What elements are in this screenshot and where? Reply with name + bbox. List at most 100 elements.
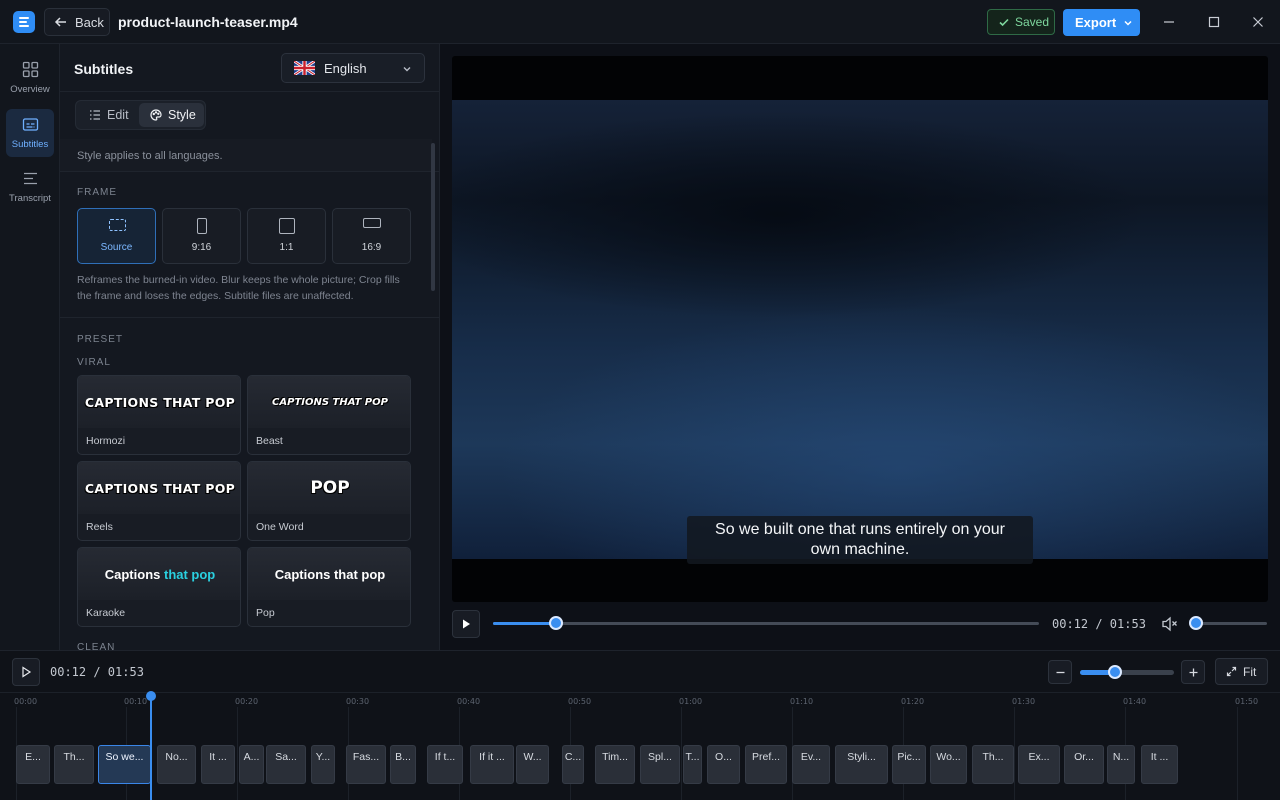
subtitle-clip[interactable]: Spl... xyxy=(640,745,680,784)
lines-icon xyxy=(23,172,37,185)
playhead[interactable] xyxy=(150,694,152,800)
rail-label-transcript: Transcript xyxy=(9,193,51,204)
frame-option-1-1[interactable]: 1:1 xyxy=(247,208,326,264)
palette-icon xyxy=(150,109,162,121)
subtitle-clip[interactable]: Th... xyxy=(54,745,94,784)
preset-preview: CAPTIONS THAT POP xyxy=(248,376,410,428)
frame-option-16-9[interactable]: 16:9 xyxy=(332,208,411,264)
frame-option-source[interactable]: Source xyxy=(77,208,156,264)
rail-item-overview[interactable]: Overview xyxy=(6,54,54,102)
subtitle-clip[interactable]: Wo... xyxy=(930,745,967,784)
minimize-button[interactable] xyxy=(1159,12,1179,32)
mode-tabs: Edit Style xyxy=(75,100,206,130)
timeline-ruler[interactable]: 00:00 00:10 00:20 00:30 00:40 00:50 01:00 01:10… xyxy=(0,693,1280,800)
preset-beast[interactable]: CAPTIONS THAT POP Beast xyxy=(247,375,411,455)
captions-icon xyxy=(22,118,38,131)
subtitle-clip[interactable]: Or... xyxy=(1064,745,1104,784)
subtitle-clip[interactable]: Styli... xyxy=(835,745,888,784)
title-bar: Back product-launch-teaser.mp4 Saved Exp… xyxy=(0,0,1280,44)
seek-bar[interactable] xyxy=(493,616,1039,630)
subtitle-clip[interactable]: If it ... xyxy=(470,745,514,784)
frame-option-9-16[interactable]: 9:16 xyxy=(162,208,241,264)
ruler-tick-label: 01:10 xyxy=(790,697,814,706)
preset-one-word[interactable]: POP One Word xyxy=(247,461,411,541)
preset-pop[interactable]: Captions that pop Pop xyxy=(247,547,411,627)
tab-edit[interactable]: Edit xyxy=(78,103,136,127)
subtitle-clip[interactable]: Ex... xyxy=(1018,745,1060,784)
preset-name: Karaoke xyxy=(86,607,126,619)
subtitle-clip[interactable]: If t... xyxy=(427,745,463,784)
rail-item-transcript[interactable]: Transcript xyxy=(6,163,54,211)
rail-item-subtitles[interactable]: Subtitles xyxy=(6,109,54,157)
subtitle-clip[interactable]: E... xyxy=(16,745,50,784)
subtitle-clip[interactable]: Pref... xyxy=(745,745,787,784)
fit-button[interactable]: Fit xyxy=(1215,658,1268,685)
subtitle-clip[interactable]: W... xyxy=(516,745,549,784)
ruler-tick-line xyxy=(1237,707,1238,800)
preset-preview-text: CAPTIONS THAT POP xyxy=(272,396,388,408)
timeline-play-button[interactable] xyxy=(12,658,40,686)
subtitle-clip[interactable]: A... xyxy=(239,745,264,784)
subtitle-clip[interactable]: Fas... xyxy=(346,745,386,784)
ruler-tick-label: 01:40 xyxy=(1123,697,1147,706)
preset-preview: Captions that pop xyxy=(78,548,240,600)
volume-handle[interactable] xyxy=(1189,616,1203,630)
zoom-out-button[interactable] xyxy=(1048,660,1072,684)
export-button[interactable]: Export xyxy=(1063,9,1140,36)
volume-slider[interactable] xyxy=(1189,616,1267,630)
preset-reels[interactable]: CAPTIONS THAT POP Reels xyxy=(77,461,241,541)
subtitle-clip-active[interactable]: So we... xyxy=(98,745,151,784)
maximize-button[interactable] xyxy=(1204,12,1224,32)
subtitle-clip[interactable]: N... xyxy=(1107,745,1135,784)
tab-style[interactable]: Style xyxy=(139,103,204,127)
subtitle-clip[interactable]: C... xyxy=(562,745,584,784)
preset-preview-text: CAPTIONS THAT POP xyxy=(84,480,236,496)
subtitle-clip[interactable]: Y... xyxy=(311,745,335,784)
clean-group-label: CLEAN xyxy=(77,642,116,650)
timeline-time-readout: 00:12 / 01:53 xyxy=(50,665,144,679)
minimize-icon xyxy=(1164,21,1174,23)
arrow-left-icon xyxy=(54,17,66,27)
tab-edit-label: Edit xyxy=(107,108,129,122)
divider xyxy=(60,91,439,92)
video-frame: So we built one that runs entirely on yo… xyxy=(452,100,1268,564)
playhead-handle[interactable] xyxy=(146,691,156,701)
subtitle-clip[interactable]: Tim... xyxy=(595,745,635,784)
preset-name: Hormozi xyxy=(86,435,126,447)
subtitle-clip[interactable]: Sa... xyxy=(266,745,306,784)
style-note: Style applies to all languages. xyxy=(60,139,432,171)
language-select[interactable]: English xyxy=(281,53,425,83)
subtitle-clip[interactable]: Ev... xyxy=(792,745,830,784)
subtitle-clip[interactable]: Pic... xyxy=(892,745,926,784)
video-preview[interactable]: So we built one that runs entirely on yo… xyxy=(452,56,1268,602)
volume-muted-icon[interactable] xyxy=(1161,616,1178,632)
back-label: Back xyxy=(75,14,104,30)
subtitle-clip[interactable]: O... xyxy=(707,745,740,784)
preset-preview: CAPTIONS THAT POP xyxy=(78,462,240,514)
expand-icon xyxy=(1226,666,1237,677)
back-button[interactable]: Back xyxy=(44,8,110,36)
subtitle-clip[interactable]: It ... xyxy=(1141,745,1178,784)
zoom-slider[interactable] xyxy=(1080,665,1174,679)
karaoke-highlight-text: that pop xyxy=(163,566,216,582)
play-outline-icon xyxy=(22,666,32,678)
video-play-button[interactable] xyxy=(452,610,480,638)
subtitle-clip[interactable]: T... xyxy=(683,745,702,784)
landscape-frame-icon xyxy=(363,218,381,228)
preset-karaoke[interactable]: Captions that pop Karaoke xyxy=(77,547,241,627)
preset-hormozi[interactable]: CAPTIONS THAT POP Hormozi xyxy=(77,375,241,455)
subtitle-overlay: So we built one that runs entirely on yo… xyxy=(687,516,1033,564)
list-icon xyxy=(90,110,100,120)
panel-scrollbar[interactable] xyxy=(431,143,435,291)
zoom-in-button[interactable] xyxy=(1181,660,1205,684)
ruler-tick-label: 01:00 xyxy=(679,697,703,706)
subtitle-clip[interactable]: B... xyxy=(390,745,416,784)
subtitle-clip[interactable]: Th... xyxy=(972,745,1014,784)
frame-section-label: FRAME xyxy=(77,187,117,198)
subtitle-clip[interactable]: No... xyxy=(157,745,196,784)
subtitle-clip[interactable]: It ... xyxy=(201,745,235,784)
divider xyxy=(60,317,439,318)
zoom-handle[interactable] xyxy=(1107,665,1122,679)
seek-handle[interactable] xyxy=(548,616,563,630)
close-window-button[interactable] xyxy=(1248,12,1268,32)
